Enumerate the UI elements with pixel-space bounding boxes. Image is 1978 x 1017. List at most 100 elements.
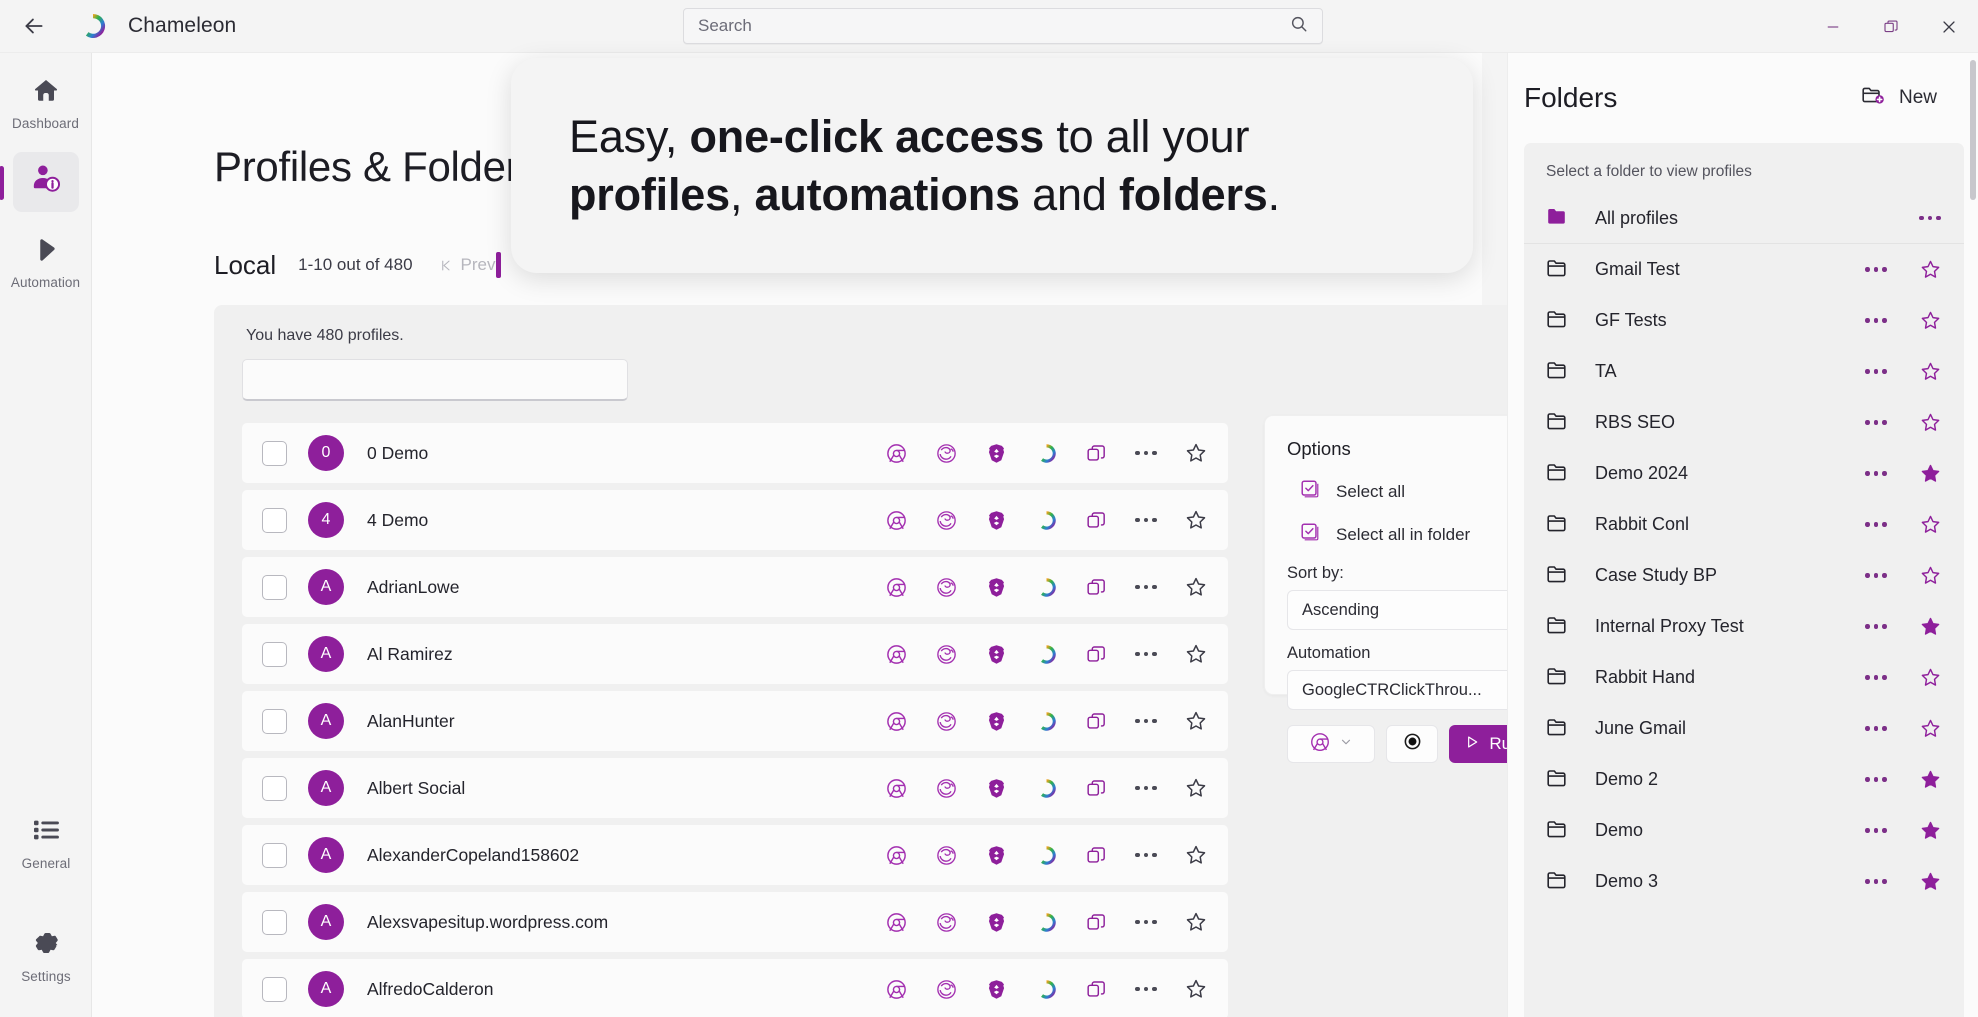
profile-checkbox[interactable] (262, 440, 287, 466)
chameleon-icon[interactable] (1034, 910, 1058, 934)
duplicate-icon[interactable] (1084, 709, 1108, 733)
duplicate-icon[interactable] (1084, 843, 1108, 867)
firefox-icon[interactable] (934, 642, 958, 666)
more-icon[interactable] (1864, 768, 1888, 792)
chameleon-icon[interactable] (1034, 575, 1058, 599)
profile-checkbox[interactable] (262, 775, 287, 801)
firefox-icon[interactable] (934, 709, 958, 733)
search-input[interactable]: Search (683, 8, 1323, 44)
brave-icon[interactable] (984, 776, 1008, 800)
more-icon[interactable] (1864, 717, 1888, 741)
profile-checkbox[interactable] (262, 909, 287, 935)
star-icon[interactable] (1184, 709, 1208, 733)
automation-select[interactable]: GoogleCTRClickThrou... (1287, 670, 1536, 710)
duplicate-icon[interactable] (1084, 642, 1108, 666)
more-icon[interactable] (1864, 615, 1888, 639)
folder-row[interactable]: Rabbit Conl (1524, 499, 1964, 550)
star-icon[interactable] (1184, 575, 1208, 599)
more-icon[interactable] (1918, 206, 1942, 230)
new-folder-button[interactable]: New (1861, 83, 1937, 113)
star-filled-icon[interactable] (1918, 615, 1942, 639)
onboarding-tooltip-card[interactable]: Easy, one-click access to all your profi… (511, 58, 1473, 273)
profile-checkbox[interactable] (262, 641, 287, 667)
profile-checkbox[interactable] (262, 507, 287, 533)
profile-row[interactable]: A Alexsvapesitup.wordpress.com (242, 892, 1228, 952)
star-icon[interactable] (1184, 441, 1208, 465)
sidebar-item-automation[interactable]: Automation (11, 226, 80, 297)
sidebar-item-settings[interactable]: Settings (13, 918, 79, 991)
more-icon[interactable] (1134, 575, 1158, 599)
firefox-icon[interactable] (934, 910, 958, 934)
folder-row[interactable]: Rabbit Hand (1524, 652, 1964, 703)
folder-row[interactable]: Internal Proxy Test (1524, 601, 1964, 652)
prev-page-button[interactable]: Prev (439, 255, 496, 275)
star-filled-icon[interactable] (1918, 768, 1942, 792)
more-icon[interactable] (1134, 642, 1158, 666)
profile-row[interactable]: 0 0 Demo (242, 423, 1228, 483)
chameleon-icon[interactable] (1034, 441, 1058, 465)
more-icon[interactable] (1134, 441, 1158, 465)
duplicate-icon[interactable] (1084, 776, 1108, 800)
chameleon-icon[interactable] (1034, 642, 1058, 666)
folder-row[interactable]: Demo 2024 (1524, 448, 1964, 499)
profile-row[interactable]: A Al Ramirez (242, 624, 1228, 684)
star-filled-icon[interactable] (1918, 819, 1942, 843)
page-scrollbar[interactable] (1969, 60, 1977, 1015)
more-icon[interactable] (1134, 977, 1158, 1001)
more-icon[interactable] (1864, 309, 1888, 333)
brave-icon[interactable] (984, 441, 1008, 465)
chameleon-icon[interactable] (1034, 776, 1058, 800)
more-icon[interactable] (1134, 709, 1158, 733)
folder-row[interactable]: Demo 2 (1524, 754, 1964, 805)
chrome-icon[interactable] (884, 441, 908, 465)
folder-row[interactable]: TA (1524, 346, 1964, 397)
chrome-icon[interactable] (884, 508, 908, 532)
profile-checkbox[interactable] (262, 976, 287, 1002)
select-all-row[interactable]: Select all (1299, 478, 1536, 505)
folder-row[interactable]: Demo 3 (1524, 856, 1964, 907)
profile-checkbox[interactable] (262, 574, 287, 600)
star-icon[interactable] (1184, 910, 1208, 934)
browser-select[interactable] (1287, 725, 1375, 763)
star-icon[interactable] (1184, 776, 1208, 800)
duplicate-icon[interactable] (1084, 441, 1108, 465)
maximize-button[interactable] (1862, 0, 1920, 53)
folder-row[interactable]: Case Study BP (1524, 550, 1964, 601)
scrollbar-thumb[interactable] (1970, 60, 1976, 200)
sidebar-item-dashboard[interactable]: Dashboard (12, 67, 79, 138)
chrome-icon[interactable] (884, 776, 908, 800)
more-icon[interactable] (1134, 508, 1158, 532)
select-all-in-folder-row[interactable]: Select all in folder (1299, 521, 1536, 548)
brave-icon[interactable] (984, 843, 1008, 867)
brave-icon[interactable] (984, 642, 1008, 666)
close-button[interactable] (1920, 0, 1978, 53)
duplicate-icon[interactable] (1084, 977, 1108, 1001)
record-button[interactable] (1386, 725, 1438, 763)
brave-icon[interactable] (984, 910, 1008, 934)
chrome-icon[interactable] (884, 843, 908, 867)
more-icon[interactable] (1864, 870, 1888, 894)
chameleon-icon[interactable] (1034, 508, 1058, 532)
folder-row[interactable]: Demo (1524, 805, 1964, 856)
firefox-icon[interactable] (934, 441, 958, 465)
more-icon[interactable] (1864, 564, 1888, 588)
profile-row[interactable]: A Albert Social (242, 758, 1228, 818)
duplicate-icon[interactable] (1084, 575, 1108, 599)
folder-row[interactable]: June Gmail (1524, 703, 1964, 754)
star-icon[interactable] (1918, 360, 1942, 384)
more-icon[interactable] (1864, 360, 1888, 384)
profile-row[interactable]: A AlanHunter (242, 691, 1228, 751)
more-icon[interactable] (1134, 843, 1158, 867)
profile-filter-input[interactable] (242, 359, 628, 401)
star-icon[interactable] (1918, 411, 1942, 435)
brave-icon[interactable] (984, 709, 1008, 733)
star-icon[interactable] (1184, 843, 1208, 867)
folder-row[interactable]: Gmail Test (1524, 244, 1964, 295)
sort-by-select[interactable]: Ascending (1287, 590, 1536, 630)
chameleon-icon[interactable] (1034, 843, 1058, 867)
star-icon[interactable] (1918, 564, 1942, 588)
minimize-button[interactable] (1804, 0, 1862, 53)
star-icon[interactable] (1184, 977, 1208, 1001)
star-icon[interactable] (1918, 513, 1942, 537)
duplicate-icon[interactable] (1084, 508, 1108, 532)
